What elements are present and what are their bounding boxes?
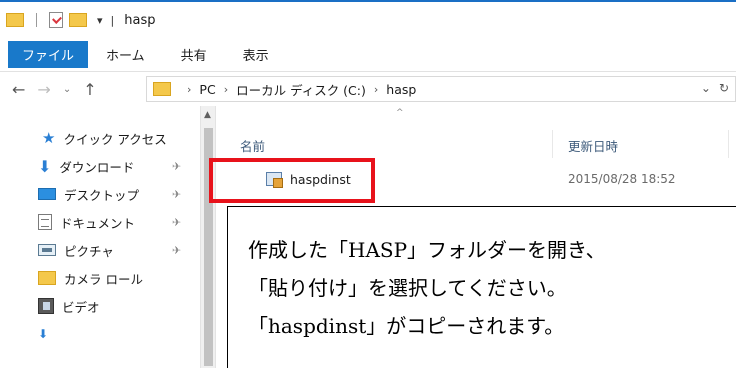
tab-file[interactable]: ファイル	[8, 41, 89, 68]
callout-line: 「haspdinst」がコピーされます。	[248, 314, 565, 338]
breadcrumb-pc[interactable]: PC	[199, 82, 215, 97]
sidebar-item-videos[interactable]: ビデオ	[38, 292, 100, 320]
folder-icon[interactable]	[6, 13, 24, 27]
sidebar-item-documents[interactable]: ドキュメント ✈	[38, 208, 181, 236]
callout-line: 作成した「HASP」フォルダーを開き、	[248, 238, 606, 262]
sidebar-item-label: デスクトップ	[64, 187, 140, 203]
folder-icon	[153, 82, 171, 96]
refresh-icon[interactable]: ↻	[719, 81, 729, 95]
highlight-box	[209, 158, 375, 203]
sidebar-item-label: ピクチャ	[64, 243, 114, 259]
recent-locations-button[interactable]: ⌄	[63, 84, 71, 95]
pictures-icon	[38, 244, 56, 256]
title-bar: ▾ | hasp	[0, 0, 736, 38]
pin-icon[interactable]: ✈	[172, 160, 181, 173]
breadcrumb-separator: ›	[187, 82, 192, 96]
new-folder-icon[interactable]	[69, 13, 87, 27]
sidebar-item-pictures[interactable]: ピクチャ ✈	[38, 236, 181, 264]
download-icon: ⬇	[38, 327, 49, 341]
address-field[interactable]: › PC › ローカル ディスク (C:) › hasp ⌄ ↻	[146, 76, 736, 102]
sidebar-item-label: クイック アクセス	[63, 131, 167, 147]
nav-pane-scrollbar[interactable]: ▲	[200, 106, 216, 368]
navigation-bar: ← → ⌄ ↑ › PC › ローカル ディスク (C:) › hasp ⌄ ↻	[0, 72, 736, 106]
file-modified: 2015/08/28 18:52	[568, 172, 676, 186]
qat-dropdown-icon[interactable]: ▾	[97, 14, 103, 27]
instruction-callout: 作成した「HASP」フォルダーを開き、 「貼り付け」を選択してください。 「ha…	[227, 206, 736, 368]
sidebar-item-label: ビデオ	[62, 299, 100, 315]
sidebar-item-camera-roll[interactable]: カメラ ロール	[38, 264, 143, 292]
navigation-pane: ★ クイック アクセス ⬇ ダウンロード ✈ デスクトップ ✈ ドキュメント ✈…	[0, 106, 200, 368]
title-separator: |	[110, 13, 115, 27]
sidebar-item-label: ドキュメント	[60, 215, 136, 231]
up-button[interactable]: ↑	[83, 80, 96, 99]
breadcrumb-separator: ›	[373, 82, 379, 96]
qat-separator	[36, 13, 37, 27]
pin-icon[interactable]: ✈	[172, 188, 181, 201]
tab-view[interactable]: 表示	[225, 45, 287, 64]
sidebar-item-quick-access[interactable]: ★ クイック アクセス	[42, 124, 167, 152]
sidebar-item-desktop[interactable]: デスクトップ ✈	[38, 180, 181, 208]
pin-icon[interactable]: ✈	[172, 244, 181, 257]
sidebar-item-downloads[interactable]: ⬇ ダウンロード ✈	[38, 152, 181, 180]
column-header-date[interactable]: 更新日時	[568, 136, 618, 155]
documents-icon	[38, 214, 52, 230]
download-icon: ⬇	[38, 156, 52, 176]
desktop-icon	[38, 188, 56, 200]
tab-share[interactable]: 共有	[163, 45, 225, 64]
tab-home[interactable]: ホーム	[88, 45, 163, 64]
callout-line: 「貼り付け」を選択してください。	[248, 276, 567, 300]
sidebar-item-label: カメラ ロール	[64, 271, 143, 287]
pin-icon[interactable]: ✈	[172, 216, 181, 229]
ribbon-tabs: ファイル ホーム 共有 表示	[0, 38, 736, 72]
breadcrumb-separator: ›	[223, 82, 229, 96]
sidebar-item-label: ダウンロード	[59, 159, 135, 175]
video-icon	[38, 298, 54, 314]
properties-icon[interactable]	[49, 12, 63, 28]
folder-icon	[38, 271, 56, 285]
address-dropdown-icon[interactable]: ⌄	[701, 81, 711, 95]
column-header-name[interactable]: 名前	[240, 136, 265, 155]
breadcrumb-hasp[interactable]: hasp	[386, 82, 416, 97]
star-icon: ★	[42, 129, 56, 147]
forward-button[interactable]: →	[37, 80, 50, 99]
back-button[interactable]: ←	[12, 80, 25, 99]
window-title: hasp	[124, 12, 156, 28]
column-divider[interactable]	[728, 130, 729, 158]
column-divider[interactable]	[552, 130, 553, 158]
sort-indicator-icon: ^	[396, 108, 404, 118]
scroll-up-icon[interactable]: ▲	[204, 110, 211, 120]
sidebar-item-partial[interactable]: ⬇	[38, 320, 56, 348]
breadcrumb-local-disk[interactable]: ローカル ディスク (C:)	[236, 80, 366, 99]
